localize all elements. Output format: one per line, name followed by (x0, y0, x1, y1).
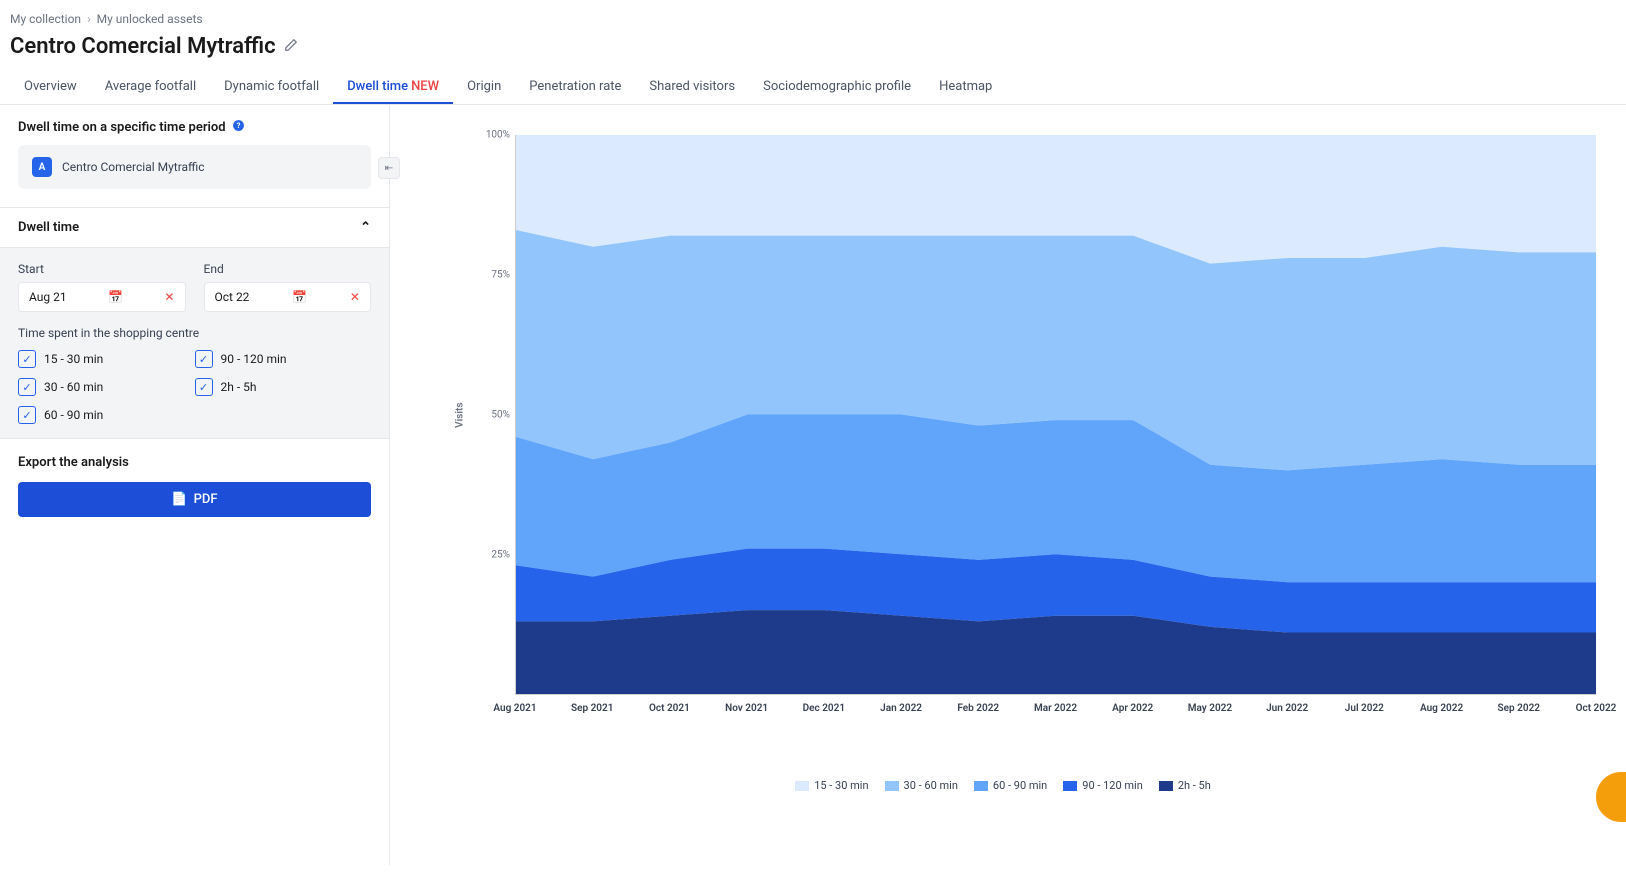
chevron-up-icon: ⌃ (360, 220, 371, 235)
x-tick: Aug 2022 (1420, 703, 1463, 714)
legend-swatch (1063, 781, 1077, 791)
asset-badge: A (32, 157, 52, 177)
y-tick: 75% (480, 270, 510, 281)
x-tick: Dec 2021 (803, 703, 845, 714)
chart-area: Visits 100% 75% 50% 25% Aug 2021 Sep 2021 Oct… (390, 105, 1626, 865)
tab-dynamic-footfall[interactable]: Dynamic footfall (210, 71, 333, 104)
y-tick: 100% (480, 130, 510, 141)
sidebar: Dwell time on a specific time period ? A… (0, 105, 390, 865)
x-tick: Apr 2022 (1112, 703, 1153, 714)
x-tick: Oct 2021 (649, 703, 690, 714)
tabs: OverviewAverage footfallDynamic footfall… (0, 71, 1626, 105)
legend-item[interactable]: 30 - 60 min (885, 779, 958, 792)
chart-legend: 15 - 30 min 30 - 60 min 60 - 90 min 90 - 12… (410, 779, 1596, 792)
y-axis-label: Visits (455, 402, 466, 427)
y-tick: 50% (480, 410, 510, 421)
x-tick: Nov 2021 (725, 703, 768, 714)
range-label: 90 - 120 min (221, 352, 287, 366)
legend-label: 60 - 90 min (993, 779, 1047, 792)
tab-overview[interactable]: Overview (10, 71, 91, 104)
export-title: Export the analysis (18, 455, 371, 470)
start-label: Start (18, 262, 186, 276)
edit-icon[interactable] (284, 38, 298, 56)
range-label: 60 - 90 min (44, 408, 103, 422)
clear-end-icon[interactable]: ✕ (350, 290, 360, 304)
export-pdf-label: PDF (194, 492, 218, 507)
end-label: End (204, 262, 372, 276)
clear-start-icon[interactable]: ✕ (164, 290, 174, 304)
breadcrumb: My collection › My unlocked assets (0, 0, 1626, 30)
accordion-title: Dwell time (18, 220, 79, 235)
range-checkbox[interactable]: ✓ 90 - 120 min (195, 350, 372, 368)
range-checkbox[interactable]: ✓ 2h - 5h (195, 378, 372, 396)
legend-label: 15 - 30 min (814, 779, 868, 792)
tab-penetration-rate[interactable]: Penetration rate (515, 71, 635, 104)
page-title: Centro Comercial Mytraffic (10, 34, 276, 59)
range-label: 30 - 60 min (44, 380, 103, 394)
legend-item[interactable]: 15 - 30 min (795, 779, 868, 792)
range-label: 15 - 30 min (44, 352, 103, 366)
x-tick: May 2022 (1188, 703, 1232, 714)
range-checkbox[interactable]: ✓ 15 - 30 min (18, 350, 195, 368)
tab-dwell-time[interactable]: Dwell timeNEW (333, 71, 453, 104)
time-spent-label: Time spent in the shopping centre (18, 326, 371, 340)
legend-swatch (1159, 781, 1173, 791)
x-tick: Jun 2022 (1266, 703, 1308, 714)
start-date-value: Aug 21 (29, 290, 67, 304)
legend-item[interactable]: 90 - 120 min (1063, 779, 1143, 792)
x-tick: Jul 2022 (1345, 703, 1384, 714)
checkbox-icon[interactable]: ✓ (18, 378, 36, 396)
x-tick: Sep 2022 (1498, 703, 1540, 714)
svg-text:?: ? (236, 121, 240, 130)
legend-item[interactable]: 2h - 5h (1159, 779, 1211, 792)
tab-shared-visitors[interactable]: Shared visitors (635, 71, 749, 104)
x-tick: Sep 2021 (571, 703, 613, 714)
checkbox-icon[interactable]: ✓ (18, 350, 36, 368)
range-checkbox[interactable]: ✓ 30 - 60 min (18, 378, 195, 396)
legend-label: 30 - 60 min (904, 779, 958, 792)
legend-swatch (974, 781, 988, 791)
start-date-input[interactable]: Aug 21 📅 ✕ (18, 282, 186, 312)
asset-name: Centro Comercial Mytraffic (62, 160, 205, 174)
checkbox-icon[interactable]: ✓ (195, 378, 213, 396)
tab-heatmap[interactable]: Heatmap (925, 71, 1006, 104)
breadcrumb-root[interactable]: My collection (10, 12, 81, 26)
tab-average-footfall[interactable]: Average footfall (91, 71, 210, 104)
range-checkbox[interactable]: ✓ 60 - 90 min (18, 406, 195, 424)
end-date-input[interactable]: Oct 22 📅 ✕ (204, 282, 372, 312)
x-tick: Mar 2022 (1034, 703, 1077, 714)
chart-plot[interactable] (515, 135, 1596, 695)
accordion-header[interactable]: Dwell time ⌃ (0, 207, 389, 248)
range-label: 2h - 5h (221, 380, 257, 394)
y-tick: 25% (480, 550, 510, 561)
checkbox-icon[interactable]: ✓ (18, 406, 36, 424)
legend-label: 90 - 120 min (1082, 779, 1143, 792)
x-tick: Feb 2022 (957, 703, 999, 714)
export-pdf-button[interactable]: 📄 PDF (18, 482, 371, 517)
x-tick: Oct 2022 (1576, 703, 1617, 714)
end-date-value: Oct 22 (215, 290, 250, 304)
calendar-icon: 📅 (108, 290, 123, 304)
calendar-icon: 📅 (292, 290, 307, 304)
chevron-right-icon: › (87, 12, 91, 26)
x-tick: Aug 2021 (493, 703, 536, 714)
section-title: Dwell time on a specific time period (18, 120, 226, 135)
legend-item[interactable]: 60 - 90 min (974, 779, 1047, 792)
legend-label: 2h - 5h (1178, 779, 1211, 792)
legend-swatch (795, 781, 809, 791)
checkbox-icon[interactable]: ✓ (195, 350, 213, 368)
legend-swatch (885, 781, 899, 791)
breadcrumb-leaf[interactable]: My unlocked assets (97, 12, 203, 26)
info-icon[interactable]: ? (232, 119, 245, 135)
tab-sociodemographic-profile[interactable]: Sociodemographic profile (749, 71, 925, 104)
tab-origin[interactable]: Origin (453, 71, 515, 104)
x-tick: Jan 2022 (880, 703, 922, 714)
file-icon: 📄 (171, 492, 187, 507)
asset-card[interactable]: A Centro Comercial Mytraffic (18, 145, 371, 189)
